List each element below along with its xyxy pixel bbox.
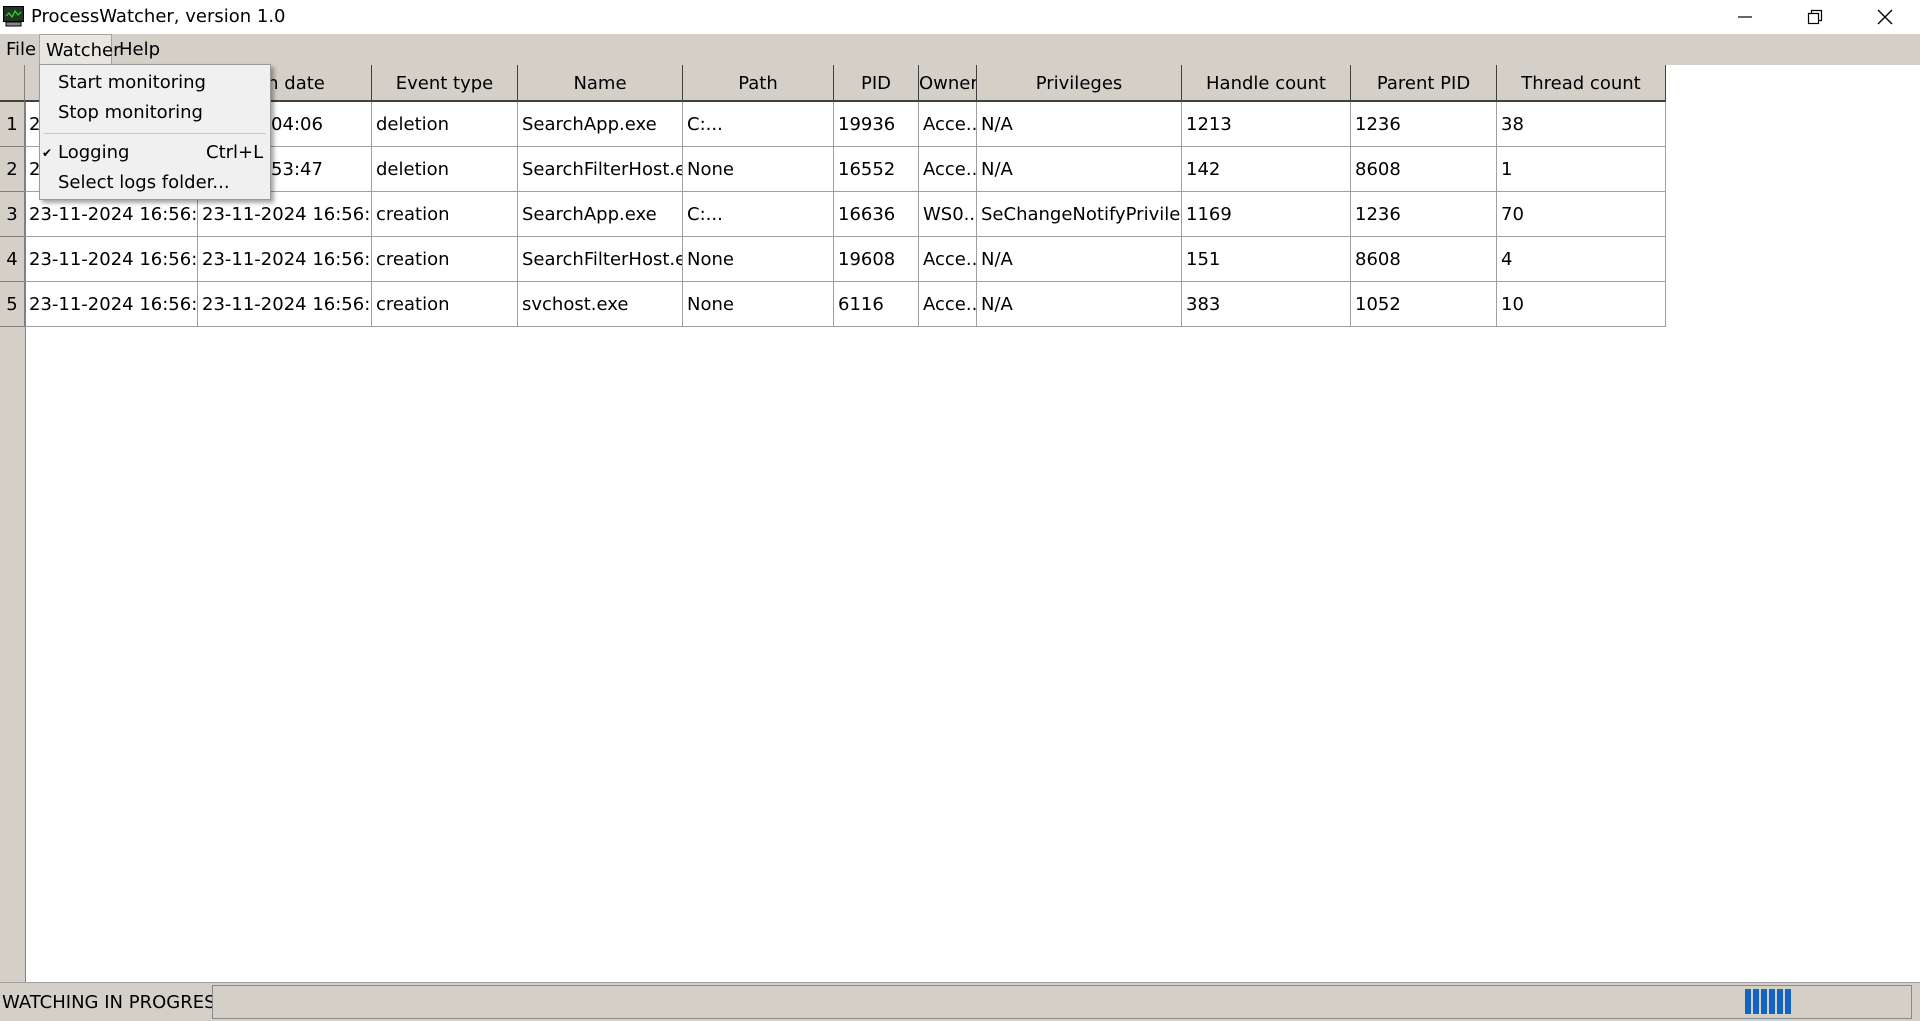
- row-number[interactable]: 4: [0, 237, 25, 282]
- cell-name[interactable]: svchost.exe: [518, 282, 683, 327]
- cell-owner[interactable]: Acce...: [919, 147, 977, 192]
- events-table: tion date Event type Name Path PID Owner…: [0, 65, 1920, 982]
- menu-logging[interactable]: ✔ Logging Ctrl+L: [40, 138, 270, 168]
- column-header-name[interactable]: Name: [518, 65, 683, 100]
- menu-file[interactable]: File: [0, 34, 42, 65]
- cell-path[interactable]: None: [683, 282, 834, 327]
- cell-thread-count[interactable]: 70: [1497, 192, 1666, 237]
- table-row[interactable]: 23-11-2024 16:56:1823-11-2024 16:56:17cr…: [25, 237, 1666, 282]
- table-corner[interactable]: [0, 65, 25, 102]
- cell-name[interactable]: SearchApp.exe: [518, 102, 683, 147]
- cell-handle-count[interactable]: 1213: [1182, 102, 1351, 147]
- menu-watcher[interactable]: Watcher: [39, 34, 121, 65]
- cell-owner[interactable]: Acce...: [919, 237, 977, 282]
- table-header: tion date Event type Name Path PID Owner…: [25, 65, 1666, 102]
- cell-parent-pid[interactable]: 1236: [1351, 192, 1497, 237]
- table-row[interactable]: 2024 15:04:06deletionSearchApp.exeC:...1…: [25, 102, 1666, 147]
- cell-thread-count[interactable]: 4: [1497, 237, 1666, 282]
- cell-pid[interactable]: 19936: [834, 102, 919, 147]
- close-button[interactable]: [1850, 0, 1920, 34]
- cell-name[interactable]: SearchFilterHost.exe: [518, 147, 683, 192]
- minimize-button[interactable]: [1710, 0, 1780, 34]
- table-row[interactable]: 2024 16:53:47deletionSearchFilterHost.ex…: [25, 147, 1666, 192]
- cell-handle-count[interactable]: 142: [1182, 147, 1351, 192]
- cell-path[interactable]: None: [683, 147, 834, 192]
- column-header-path[interactable]: Path: [683, 65, 834, 100]
- menu-stop-monitoring[interactable]: Stop monitoring: [40, 98, 270, 128]
- cell-parent-pid[interactable]: 1052: [1351, 282, 1497, 327]
- menu-bar: File Watcher Help: [0, 34, 1920, 65]
- column-header-pid[interactable]: PID: [834, 65, 919, 100]
- cell-thread-count[interactable]: 38: [1497, 102, 1666, 147]
- cell-event-type[interactable]: creation: [372, 192, 518, 237]
- activity-progress-bar: [1745, 989, 1791, 1014]
- cell-handle-count[interactable]: 1169: [1182, 192, 1351, 237]
- cell-pid[interactable]: 16552: [834, 147, 919, 192]
- cell-name[interactable]: SearchFilterHost.exe: [518, 237, 683, 282]
- cell-privileges[interactable]: N/A: [977, 102, 1182, 147]
- status-bar: WATCHING IN PROGRESS: [0, 982, 1920, 1021]
- table-row[interactable]: 23-11-2024 16:56:1923-11-2024 16:56:19cr…: [25, 282, 1666, 327]
- restore-icon: [1807, 9, 1823, 25]
- column-header-event-type[interactable]: Event type: [372, 65, 518, 100]
- cell-creation-date[interactable]: 23-11-2024 16:56:17: [198, 237, 372, 282]
- cell-privileges[interactable]: N/A: [977, 282, 1182, 327]
- cell-time[interactable]: 23-11-2024 16:56:18: [25, 237, 198, 282]
- cell-name[interactable]: SearchApp.exe: [518, 192, 683, 237]
- app-icon: [3, 6, 24, 27]
- minimize-icon: [1738, 16, 1752, 18]
- cell-privileges[interactable]: SeChangeNotifyPrivilege|: [977, 192, 1182, 237]
- cell-pid[interactable]: 16636: [834, 192, 919, 237]
- cell-parent-pid[interactable]: 8608: [1351, 147, 1497, 192]
- column-header-parent-pid[interactable]: Parent PID: [1351, 65, 1497, 100]
- column-header-handle-count[interactable]: Handle count: [1182, 65, 1351, 100]
- cell-pid[interactable]: 19608: [834, 237, 919, 282]
- cell-path[interactable]: C:...: [683, 102, 834, 147]
- column-header-thread-count[interactable]: Thread count: [1497, 65, 1666, 100]
- cell-handle-count[interactable]: 383: [1182, 282, 1351, 327]
- restore-button[interactable]: [1780, 0, 1850, 34]
- cell-event-type[interactable]: creation: [372, 237, 518, 282]
- cell-parent-pid[interactable]: 1236: [1351, 102, 1497, 147]
- cell-event-type[interactable]: deletion: [372, 102, 518, 147]
- menu-help[interactable]: Help: [113, 34, 166, 65]
- status-field: [212, 985, 1912, 1019]
- cell-time[interactable]: 23-11-2024 16:56:19: [25, 282, 198, 327]
- cell-privileges[interactable]: N/A: [977, 147, 1182, 192]
- logging-shortcut: Ctrl+L: [206, 142, 264, 163]
- cell-parent-pid[interactable]: 8608: [1351, 237, 1497, 282]
- cell-event-type[interactable]: deletion: [372, 147, 518, 192]
- menu-select-logs-folder[interactable]: Select logs folder...: [40, 168, 270, 198]
- cell-event-type[interactable]: creation: [372, 282, 518, 327]
- menu-start-monitoring[interactable]: Start monitoring: [40, 68, 270, 98]
- watcher-menu: Start monitoring Stop monitoring ✔ Loggi…: [39, 64, 271, 200]
- cell-creation-date[interactable]: 23-11-2024 16:56:19: [198, 282, 372, 327]
- title-bar: ProcessWatcher, version 1.0: [0, 0, 1920, 34]
- menu-separator: [44, 133, 266, 134]
- table-row[interactable]: 23-11-2024 16:56:1823-11-2024 16:56:17cr…: [25, 192, 1666, 237]
- status-text: WATCHING IN PROGRESS: [2, 989, 234, 1017]
- column-header-privileges[interactable]: Privileges: [977, 65, 1182, 100]
- cell-thread-count[interactable]: 10: [1497, 282, 1666, 327]
- cell-owner[interactable]: Acce...: [919, 102, 977, 147]
- cell-handle-count[interactable]: 151: [1182, 237, 1351, 282]
- cell-path[interactable]: C:...: [683, 192, 834, 237]
- close-icon: [1877, 9, 1893, 25]
- window-title: ProcessWatcher, version 1.0: [31, 6, 286, 27]
- cell-pid[interactable]: 6116: [834, 282, 919, 327]
- cell-path[interactable]: None: [683, 237, 834, 282]
- checkmark-icon: ✔: [42, 146, 53, 160]
- column-header-owner[interactable]: Owner: [919, 65, 977, 100]
- row-number[interactable]: 3: [0, 192, 25, 237]
- row-number[interactable]: 5: [0, 282, 25, 327]
- cell-owner[interactable]: Acce...: [919, 282, 977, 327]
- cell-owner[interactable]: WS0...: [919, 192, 977, 237]
- cell-privileges[interactable]: N/A: [977, 237, 1182, 282]
- row-number[interactable]: 2: [0, 147, 25, 192]
- row-number[interactable]: 1: [0, 102, 25, 147]
- cell-thread-count[interactable]: 1: [1497, 147, 1666, 192]
